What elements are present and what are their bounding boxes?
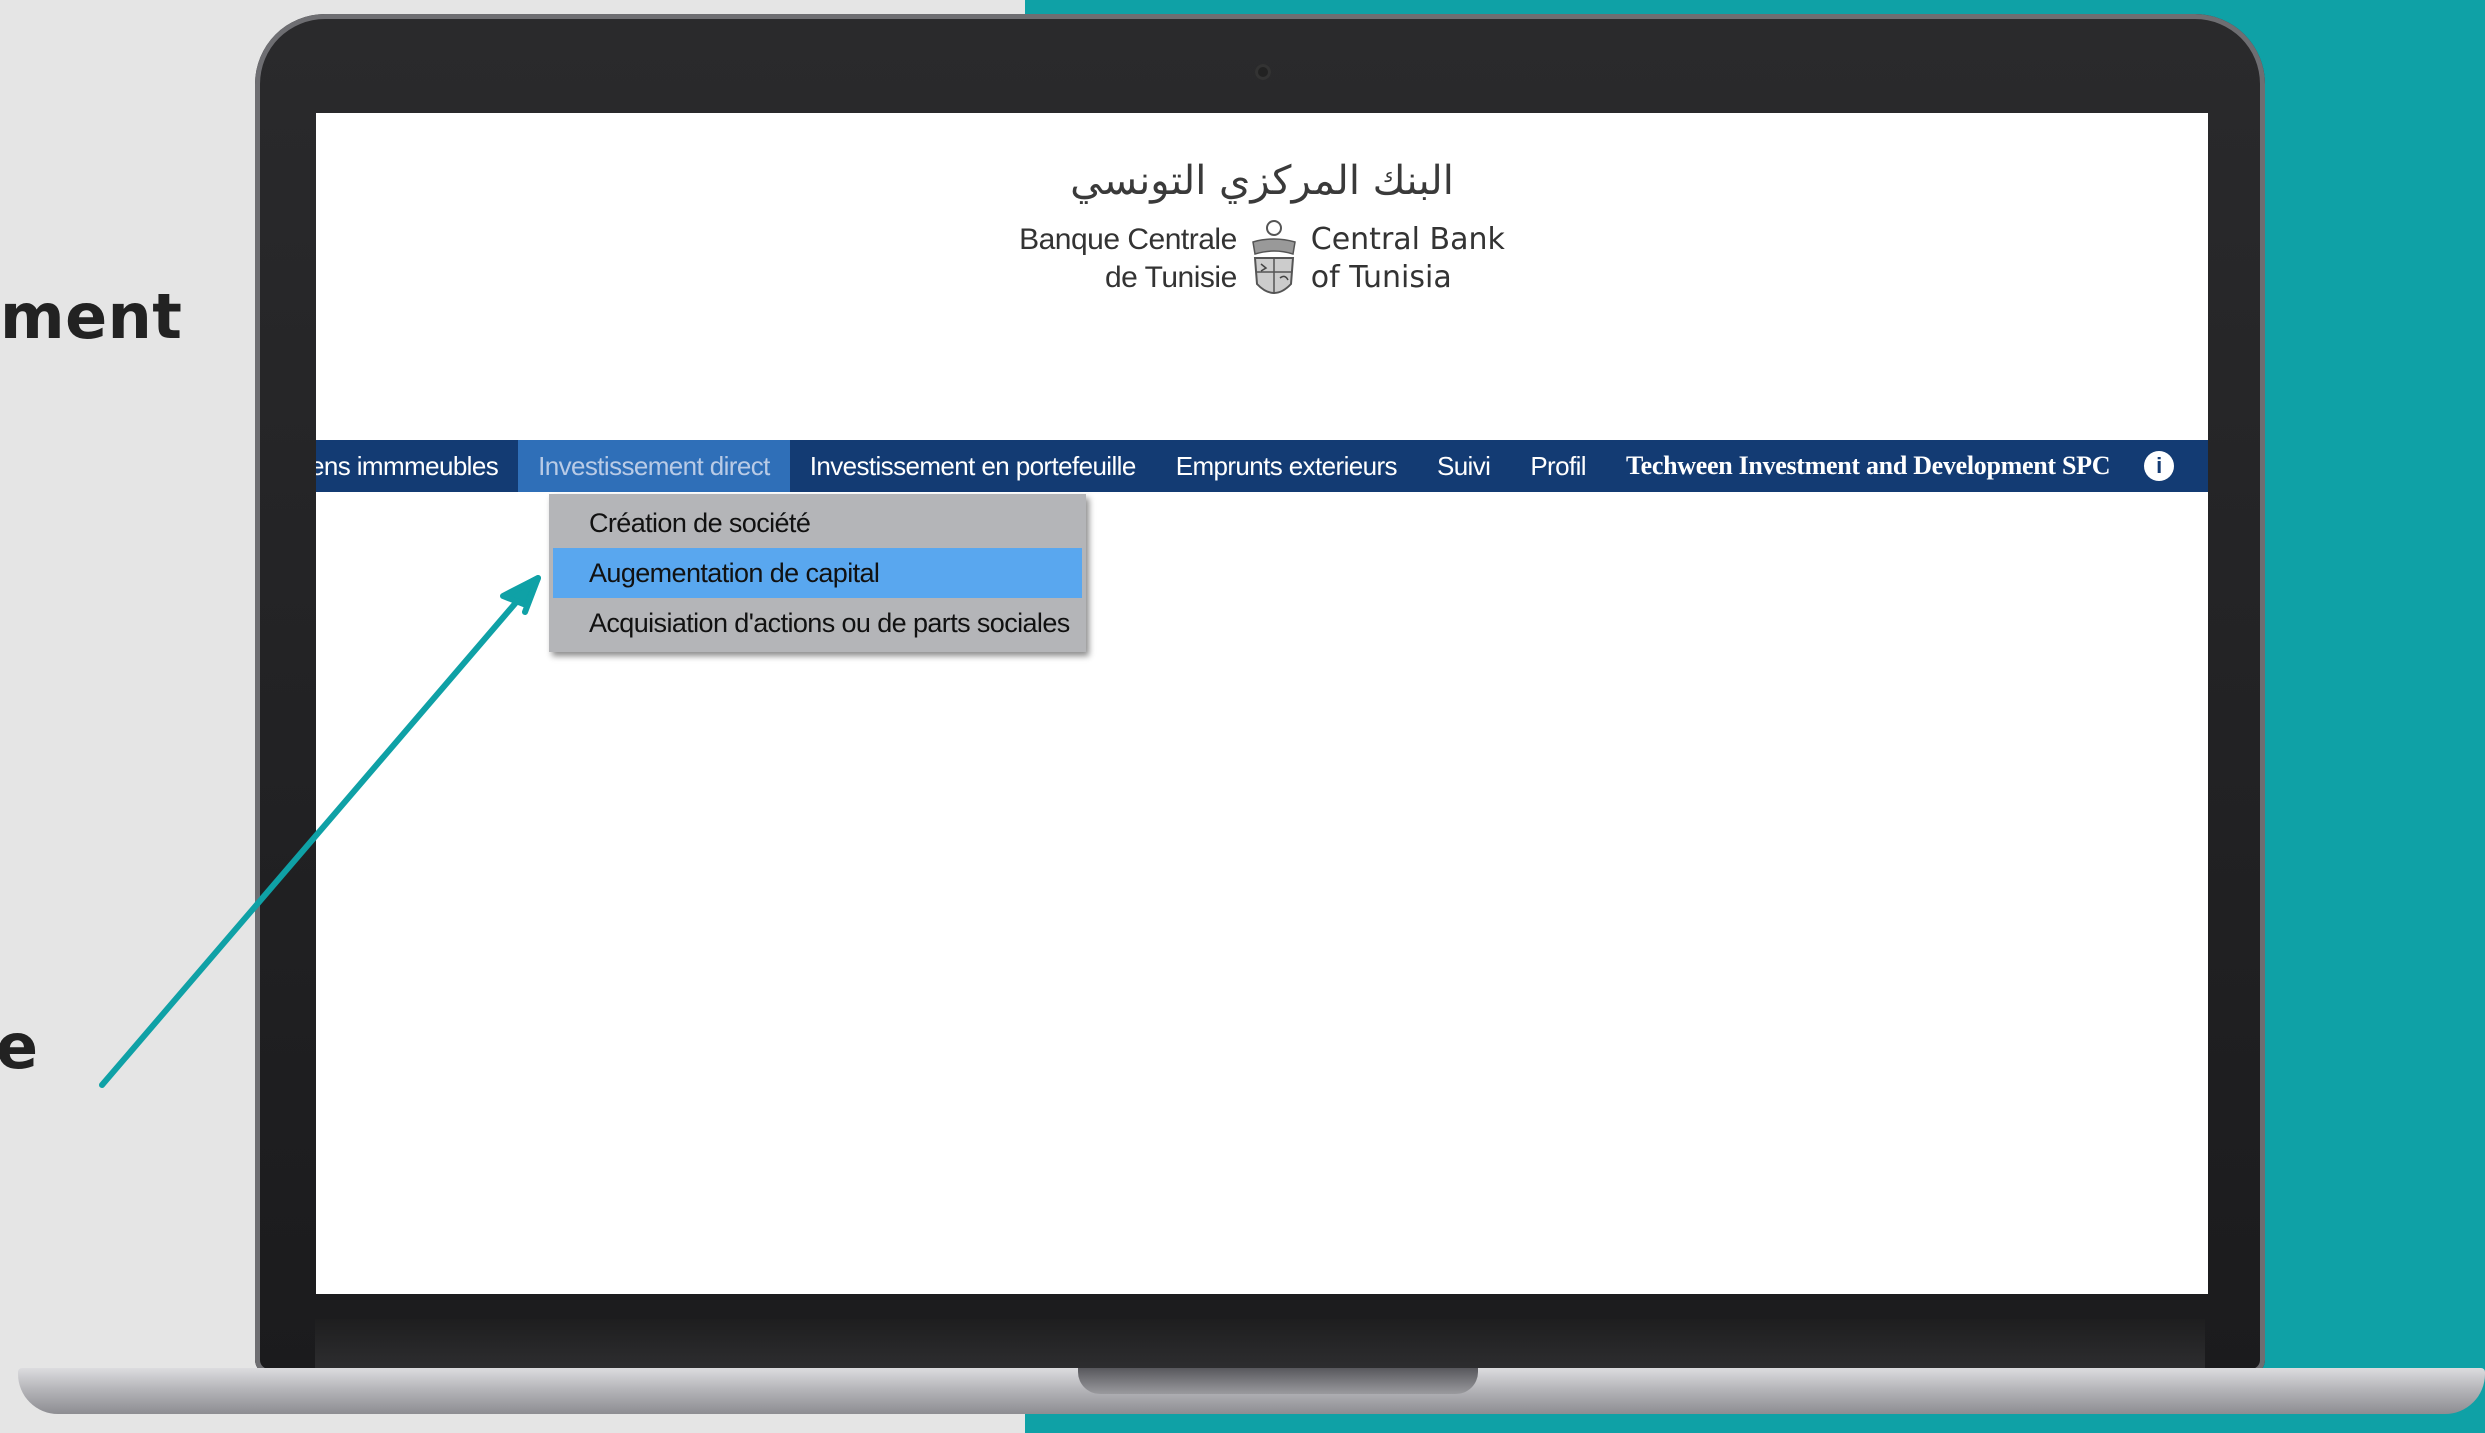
laptop-base <box>18 1368 2485 1414</box>
bank-name-french: Banque Centrale de Tunisie <box>1019 221 1237 297</box>
nav-company-name: Techween Investment and Development SPC <box>1625 451 2111 480</box>
menu-item-acquisition-actions[interactable]: Acquisiation d'actions ou de parts socia… <box>549 598 1086 648</box>
nav-item-emprunts-exterieurs[interactable]: Emprunts exterieurs <box>1156 440 1417 492</box>
bank-name-row: Banque Centrale de Tunisie Central Bank … <box>316 213 2208 305</box>
bank-name-french-line1: Banque Centrale <box>1019 223 1237 256</box>
nav-item-profil[interactable]: Profil <box>1510 440 1606 492</box>
bank-name-arabic: البنك المركزي التونسي <box>1070 158 1454 204</box>
bank-name-english-line1: Central Bank <box>1310 222 1505 257</box>
nav-item-investissement-direct[interactable]: Investissement direct <box>518 440 790 492</box>
bank-logo: البنك المركزي التونسي Banque Centrale de… <box>316 153 2208 305</box>
coat-of-arms-icon <box>1245 213 1303 305</box>
nav-item-investissement-portefeuille[interactable]: Investissement en portefeuille <box>790 440 1156 492</box>
bank-name-french-line2: de Tunisie <box>1105 261 1237 294</box>
nav-item-suivi[interactable]: Suivi <box>1417 440 1510 492</box>
investissement-direct-dropdown: Création de société Augementation de cap… <box>549 494 1086 652</box>
menu-item-augmentation-capital[interactable]: Augementation de capital <box>553 548 1082 598</box>
bank-name-english-line2: of Tunisia <box>1310 260 1452 295</box>
info-icon[interactable]: i <box>2144 451 2175 481</box>
main-navbar: ens immmeubles Investissement direct Inv… <box>316 440 2208 492</box>
bank-name-english: Central Bank of Tunisia <box>1311 221 1505 297</box>
laptop-base-notch <box>1078 1368 1478 1394</box>
laptop-screen: البنك المركزي التونسي Banque Centrale de… <box>316 113 2208 1294</box>
slide-text-fragment: e <box>0 1010 39 1083</box>
camera-icon <box>1255 64 1271 80</box>
menu-item-creation-societe[interactable]: Création de société <box>549 498 1086 548</box>
slide-heading-fragment: ment <box>0 280 183 353</box>
nav-item-biens-immeubles[interactable]: ens immmeubles <box>316 440 518 492</box>
laptop-chin <box>315 1319 2205 1374</box>
